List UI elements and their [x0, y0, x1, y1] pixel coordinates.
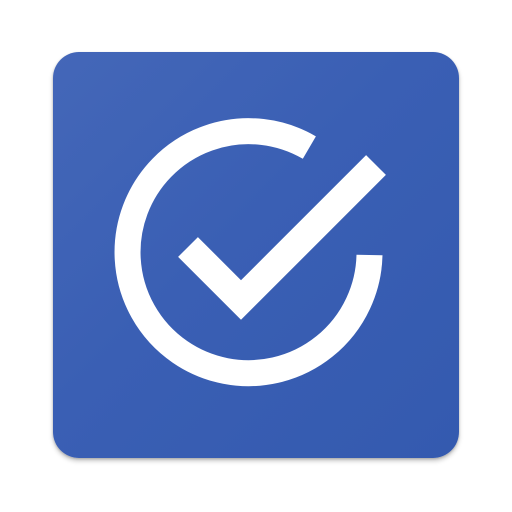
circle-check-icon — [114, 118, 386, 387]
progress-ring-arc — [114, 118, 383, 387]
app-icon[interactable] — [53, 52, 459, 458]
check-mark — [178, 155, 386, 320]
icon-canvas — [0, 0, 512, 512]
